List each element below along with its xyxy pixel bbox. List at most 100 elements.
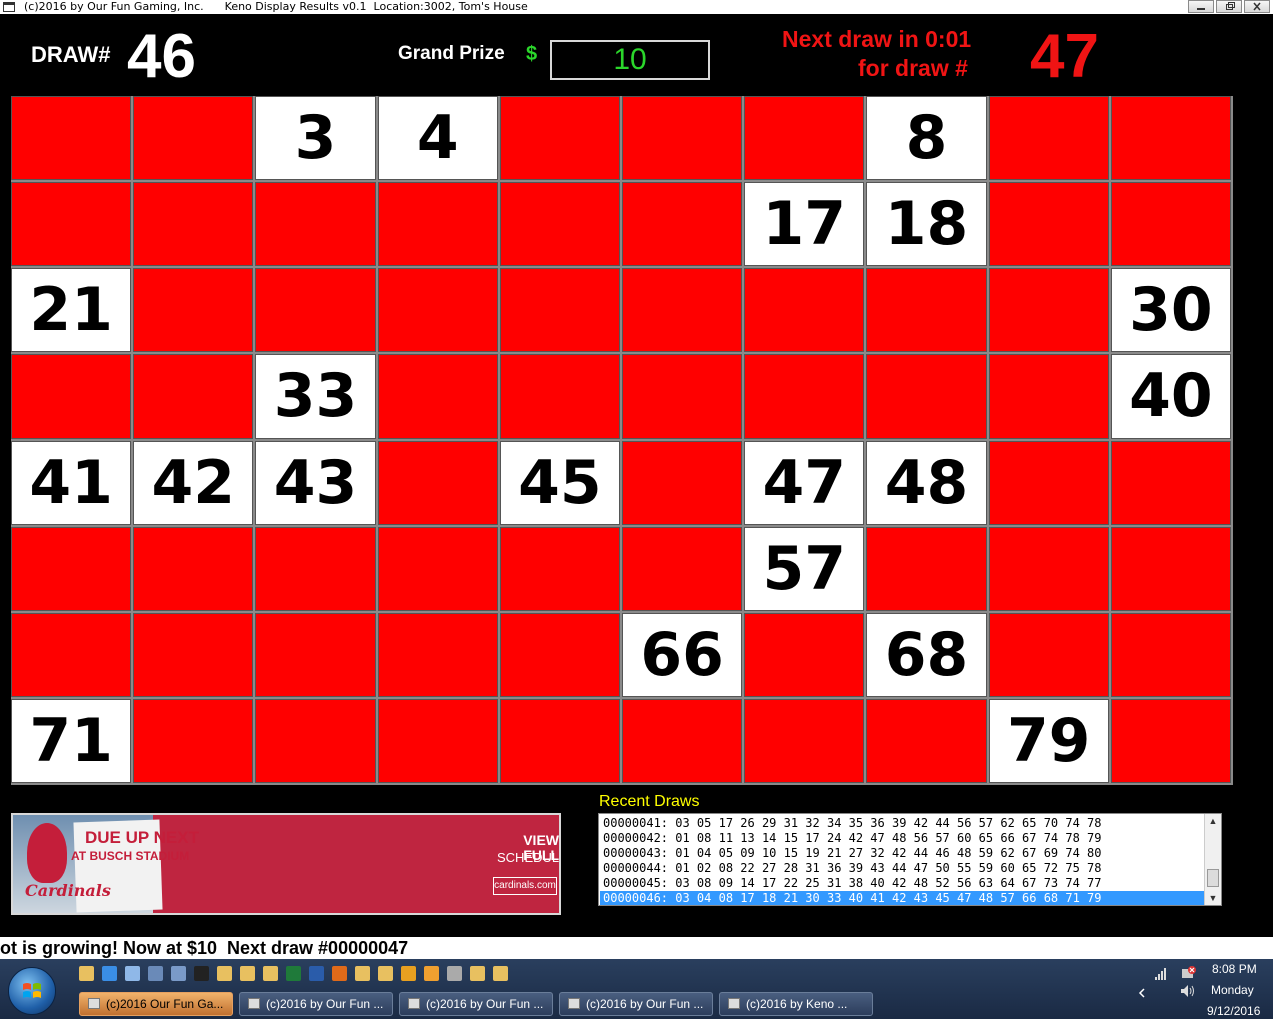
cardinals-banner-ad[interactable]: Cardinals DUE UP NEXT AT BUSCH STADIUM V… bbox=[11, 813, 561, 915]
taskbar-window-button[interactable]: (c)2016 Our Fun Ga... bbox=[79, 992, 233, 1016]
board-cell-undrawn bbox=[744, 612, 865, 697]
quicklaunch-folder-icon[interactable] bbox=[493, 966, 508, 981]
board-cell-undrawn bbox=[11, 354, 132, 439]
quicklaunch-word-icon[interactable] bbox=[309, 966, 324, 981]
minimize-button[interactable] bbox=[1188, 0, 1214, 13]
banner-site-link[interactable]: cardinals.com bbox=[493, 877, 557, 895]
board-cell-undrawn bbox=[11, 612, 132, 697]
quicklaunch-network-share-icon[interactable] bbox=[171, 966, 186, 981]
board-cell-undrawn bbox=[133, 182, 254, 267]
board-cell-undrawn bbox=[255, 612, 376, 697]
network-icon[interactable] bbox=[1154, 967, 1168, 981]
quicklaunch-firefox-icon[interactable] bbox=[332, 966, 347, 981]
quicklaunch-folder-icon[interactable] bbox=[79, 966, 94, 981]
board-cell-undrawn bbox=[622, 354, 743, 439]
taskbar-window-label: (c)2016 by Keno ... bbox=[746, 997, 848, 1011]
board-cell-drawn: 40 bbox=[1110, 354, 1231, 439]
scroll-up-icon[interactable]: ▲ bbox=[1205, 814, 1221, 828]
board-cell-drawn: 17 bbox=[744, 182, 865, 267]
banner-cta-line2: SCHEDULE » bbox=[497, 850, 561, 865]
action-center-icon[interactable] bbox=[1180, 965, 1196, 981]
board-cell-drawn: 48 bbox=[866, 440, 987, 525]
board-cell-undrawn bbox=[1110, 440, 1231, 525]
board-cell-undrawn bbox=[622, 526, 743, 611]
recent-draws-scrollbar[interactable]: ▲ ▼ bbox=[1204, 814, 1221, 905]
quicklaunch-folder-icon[interactable] bbox=[263, 966, 278, 981]
board-cell-drawn: 66 bbox=[622, 612, 743, 697]
quicklaunch-folder-icon[interactable] bbox=[470, 966, 485, 981]
recent-draw-row[interactable]: 00000041: 03 05 17 26 29 31 32 34 35 36 … bbox=[603, 816, 1203, 831]
board-cell-undrawn bbox=[499, 182, 620, 267]
quicklaunch-cmd-icon[interactable] bbox=[194, 966, 209, 981]
taskbar-window-button[interactable]: (c)2016 by Keno ... bbox=[719, 992, 873, 1016]
board-cell-undrawn bbox=[499, 96, 620, 181]
board-cell-undrawn bbox=[988, 182, 1109, 267]
recent-draw-row[interactable]: 00000045: 03 08 09 14 17 22 25 31 38 40 … bbox=[603, 876, 1203, 891]
windows-taskbar: (c)2016 Our Fun Ga... (c)2016 by Our Fun … bbox=[0, 959, 1273, 1019]
board-cell-undrawn bbox=[255, 698, 376, 783]
minimize-icon bbox=[1197, 8, 1205, 10]
board-cell-undrawn bbox=[377, 612, 498, 697]
board-cell-undrawn bbox=[1110, 698, 1231, 783]
board-cell-drawn: 47 bbox=[744, 440, 865, 525]
board-cell-drawn: 71 bbox=[11, 698, 132, 783]
start-button[interactable] bbox=[8, 967, 56, 1015]
window-title-bar: (c)2016 by Our Fun Gaming, Inc. Keno Dis… bbox=[0, 0, 1273, 14]
board-cell-undrawn bbox=[1110, 526, 1231, 611]
quicklaunch-monitor-icon[interactable] bbox=[148, 966, 163, 981]
clock-day[interactable]: Monday bbox=[1211, 983, 1254, 997]
recent-draw-row[interactable]: 00000043: 01 04 05 09 10 15 19 21 27 32 … bbox=[603, 846, 1203, 861]
quicklaunch-excel-icon[interactable] bbox=[286, 966, 301, 981]
quicklaunch-folder-icon[interactable] bbox=[378, 966, 393, 981]
window-icon bbox=[88, 998, 100, 1009]
board-cell-undrawn bbox=[377, 182, 498, 267]
board-cell-undrawn bbox=[622, 440, 743, 525]
board-cell-undrawn bbox=[744, 354, 865, 439]
board-cell-undrawn bbox=[866, 526, 987, 611]
window-icon bbox=[728, 998, 740, 1009]
board-cell-drawn: 33 bbox=[255, 354, 376, 439]
recent-draw-row[interactable]: 00000044: 01 02 08 22 27 28 31 36 39 43 … bbox=[603, 861, 1203, 876]
board-cell-undrawn bbox=[133, 268, 254, 353]
show-hidden-icons-icon[interactable] bbox=[1136, 987, 1148, 999]
board-cell-undrawn bbox=[988, 268, 1109, 353]
quicklaunch-chrome-icon[interactable] bbox=[401, 966, 416, 981]
board-cell-undrawn bbox=[133, 526, 254, 611]
board-cell-undrawn bbox=[988, 612, 1109, 697]
board-cell-undrawn bbox=[377, 526, 498, 611]
board-cell-undrawn bbox=[622, 698, 743, 783]
quicklaunch-settings-icon[interactable] bbox=[447, 966, 462, 981]
restore-button[interactable] bbox=[1216, 0, 1242, 13]
volume-icon[interactable] bbox=[1180, 984, 1196, 998]
next-draw-countdown: Next draw in 0:01 bbox=[782, 26, 972, 52]
recent-draw-row[interactable]: 00000046: 03 04 08 17 18 21 30 33 40 41 … bbox=[600, 891, 1206, 905]
board-cell-undrawn bbox=[499, 612, 620, 697]
quicklaunch-media-player-icon[interactable] bbox=[424, 966, 439, 981]
board-cell-undrawn bbox=[11, 526, 132, 611]
board-cell-drawn: 45 bbox=[499, 440, 620, 525]
clock-date[interactable]: 9/12/2016 bbox=[1207, 1004, 1260, 1018]
restore-icon bbox=[1226, 2, 1235, 10]
quicklaunch-folder-icon[interactable] bbox=[217, 966, 232, 981]
taskbar-window-button[interactable]: (c)2016 by Our Fun ... bbox=[399, 992, 553, 1016]
scroll-down-icon[interactable]: ▼ bbox=[1205, 891, 1221, 905]
close-button[interactable] bbox=[1244, 0, 1270, 13]
taskbar-window-button[interactable]: (c)2016 by Our Fun ... bbox=[559, 992, 713, 1016]
board-cell-undrawn bbox=[133, 698, 254, 783]
quicklaunch-ie-icon[interactable] bbox=[102, 966, 117, 981]
recent-draw-row[interactable]: 00000042: 01 08 11 13 14 15 17 24 42 47 … bbox=[603, 831, 1203, 846]
board-cell-drawn: 8 bbox=[866, 96, 987, 181]
quicklaunch-folder-icon[interactable] bbox=[355, 966, 370, 981]
clock-time[interactable]: 8:08 PM bbox=[1212, 962, 1257, 976]
board-cell-undrawn bbox=[133, 354, 254, 439]
scroll-thumb[interactable] bbox=[1207, 869, 1219, 887]
board-cell-undrawn bbox=[499, 354, 620, 439]
quicklaunch-folder-icon[interactable] bbox=[240, 966, 255, 981]
current-draw-number: 46 bbox=[127, 22, 196, 91]
draw-label: DRAW# bbox=[31, 42, 111, 67]
board-cell-drawn: 43 bbox=[255, 440, 376, 525]
quicklaunch-desktop-icon[interactable] bbox=[125, 966, 140, 981]
board-cell-undrawn bbox=[622, 268, 743, 353]
recent-draws-list[interactable]: 00000041: 03 05 17 26 29 31 32 34 35 36 … bbox=[598, 813, 1222, 906]
taskbar-window-button[interactable]: (c)2016 by Our Fun ... bbox=[239, 992, 393, 1016]
